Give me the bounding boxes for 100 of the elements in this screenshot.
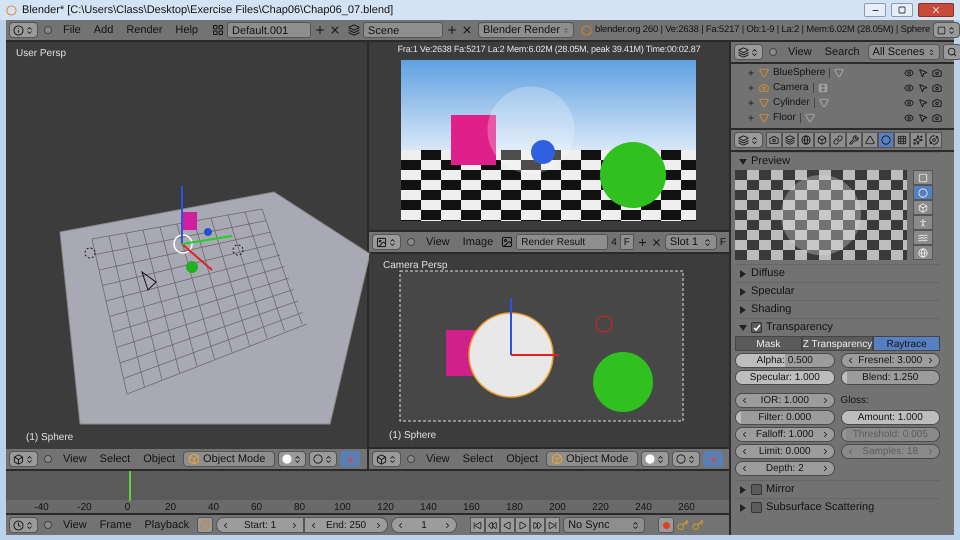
editor-type-button[interactable] [9,22,38,38]
eye-icon[interactable] [904,68,914,78]
close-button[interactable] [918,3,954,17]
menu-item[interactable]: View [420,450,455,468]
keying-button[interactable] [197,517,214,533]
checkbox[interactable] [751,322,762,333]
properties-tab[interactable] [782,132,798,148]
editor-type-button[interactable] [9,451,38,467]
expand-icon[interactable] [747,84,755,92]
outliner-row[interactable]: BlueSphere [731,65,954,80]
menu-item[interactable]: Render [121,22,168,38]
method-tab[interactable]: Z Transparency [802,336,874,351]
pivot-button[interactable] [672,451,700,467]
expand-icon[interactable] [747,98,755,106]
close-icon[interactable] [650,236,662,248]
camera-icon[interactable] [932,68,942,78]
number-field[interactable]: Depth: 2 [735,461,834,476]
number-field[interactable]: IOR: 1.000 [735,393,834,408]
properties-tab[interactable] [878,132,894,148]
camera-icon[interactable] [932,82,942,92]
properties-tab[interactable] [894,132,910,148]
add-icon[interactable] [446,24,458,36]
properties-tab[interactable] [830,132,846,148]
shading-button[interactable] [278,451,306,467]
preview-shape-button[interactable] [913,200,933,215]
preview-shape-button[interactable] [913,230,933,245]
current-frame-field[interactable]: 1 [391,517,458,533]
eye-icon[interactable] [904,112,914,122]
image-name-field[interactable]: Render Result [516,234,608,250]
menu-item[interactable]: Object [138,450,180,468]
menu-item[interactable]: Frame [94,516,136,534]
properties-tab[interactable] [926,132,942,148]
close-icon[interactable] [461,24,474,36]
menu-item[interactable]: Playback [139,516,194,534]
checkbox[interactable] [751,502,762,513]
menu-item[interactable]: Image [458,234,498,250]
editor-type-button[interactable] [372,451,401,467]
menu-item[interactable]: File [58,22,86,38]
number-field[interactable]: Fresnel: 3.000 [840,353,940,368]
editor-type-button[interactable] [9,517,38,533]
jump-start-button[interactable] [470,517,486,533]
pivot-button[interactable] [309,451,338,467]
add-icon[interactable] [314,24,326,36]
panel-header[interactable]: Diffuse [735,264,940,282]
camera-icon[interactable] [932,98,942,108]
menu-item[interactable]: Help [170,22,204,38]
shading-button[interactable] [641,451,670,467]
start-frame-field[interactable]: Start: 1 [216,517,304,533]
play-reverse-button[interactable] [500,517,516,533]
slider-field[interactable]: Alpha: 0.500 [735,353,834,368]
scene-field[interactable]: Scene [363,22,444,38]
properties-tab[interactable] [798,132,814,148]
fullscreen-button[interactable] [933,22,960,38]
editor-type-button[interactable] [734,132,763,148]
mode-dropdown[interactable]: Object Mode [546,451,638,467]
camera-icon[interactable] [932,112,942,122]
panel-header[interactable]: Specular [735,282,940,300]
previous-keyframe-button[interactable] [485,517,500,533]
render-engine-dropdown[interactable]: Blender Render [478,22,574,38]
number-field[interactable]: Falloff: 1.000 [735,427,834,442]
menu-item[interactable]: View [420,234,455,250]
properties-tab[interactable] [814,132,830,148]
method-tab[interactable]: Mask [735,336,802,351]
record-button[interactable] [658,517,674,533]
editor-type-button[interactable] [372,234,401,250]
checkbox[interactable] [751,484,762,495]
pass-dropdown[interactable]: F [720,234,726,250]
slider-field[interactable]: Blend: 1.250 [840,370,940,385]
end-frame-field[interactable]: End: 250 [304,517,388,533]
slider-field[interactable]: Specular: 1.000 [735,370,834,385]
slider-field[interactable]: Amount: 1.000 [840,410,940,425]
close-icon[interactable] [329,24,342,36]
search-button[interactable] [942,44,960,60]
menu-item[interactable]: Add [88,22,118,38]
outliner-row[interactable]: Floor [731,110,954,125]
outliner-row[interactable]: Cylinder [731,95,954,110]
method-tab[interactable]: Raytrace [873,336,940,351]
add-icon[interactable] [636,236,648,248]
slot-dropdown[interactable]: Slot 1 [664,234,717,250]
panel-header[interactable]: Shading [735,300,940,318]
properties-tab[interactable] [766,132,782,148]
play-button[interactable] [515,517,530,533]
preview-shape-button[interactable] [913,170,933,185]
sync-dropdown[interactable]: No Sync [563,517,646,533]
menu-item[interactable]: Select [94,450,136,468]
properties-tab[interactable] [846,132,862,148]
eye-icon[interactable] [904,82,914,92]
preview-shape-button[interactable] [913,185,933,200]
slider-field[interactable]: Filter: 0.000 [735,410,834,425]
panel-header[interactable]: Subsurface Scattering [735,498,940,516]
mode-dropdown[interactable]: Object Mode [183,451,276,467]
menu-item[interactable]: Object [501,450,544,468]
expand-icon[interactable] [747,68,755,76]
screen-layout-field[interactable]: Default.001 [227,22,312,38]
menu-item[interactable]: View [58,450,92,468]
eye-icon[interactable] [904,98,914,108]
next-keyframe-button[interactable] [530,517,546,533]
number-field[interactable]: Limit: 0.000 [735,444,834,459]
preview-shape-button[interactable] [913,245,933,260]
maximize-button[interactable] [891,3,913,17]
